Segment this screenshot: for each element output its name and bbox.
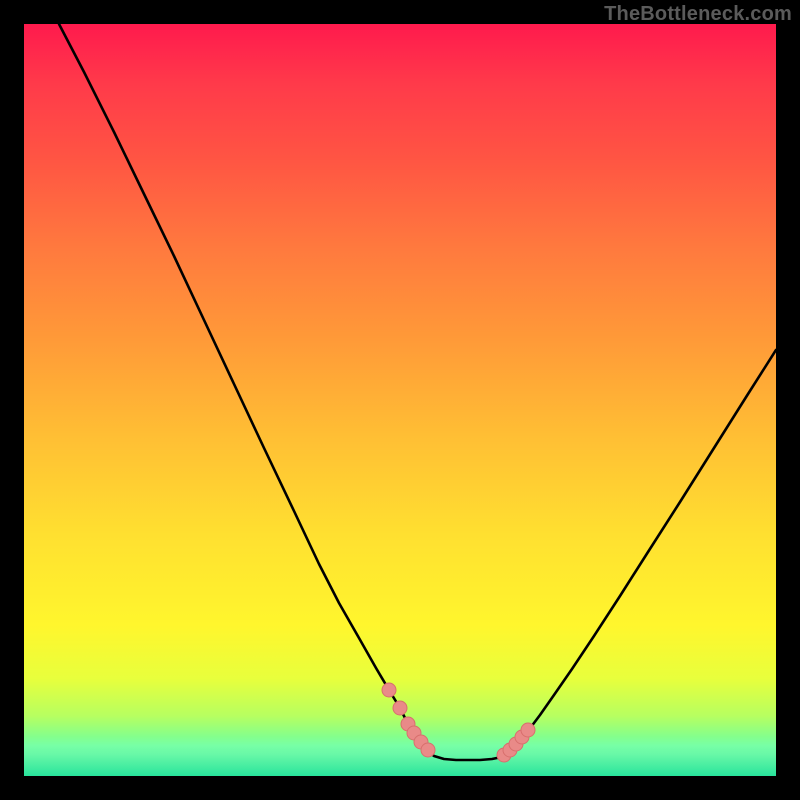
- curve-marker: [414, 735, 428, 749]
- optimal-band-highlight: [24, 736, 776, 776]
- curve-marker: [401, 717, 415, 731]
- chart-frame: TheBottleneck.com: [0, 0, 800, 800]
- chart-plot-area: [24, 24, 776, 776]
- curve-marker: [421, 743, 435, 757]
- curve-marker: [382, 683, 396, 697]
- curve-marker: [503, 743, 517, 757]
- curve-marker: [521, 723, 535, 737]
- curve-marker: [393, 701, 407, 715]
- marker-cluster-right: [497, 723, 535, 762]
- marker-cluster-left: [382, 683, 435, 757]
- curve-marker: [497, 748, 511, 762]
- curve-marker: [407, 726, 421, 740]
- chart-svg: [24, 24, 776, 776]
- bottleneck-curve: [59, 24, 776, 760]
- watermark-text: TheBottleneck.com: [604, 3, 792, 26]
- curve-marker: [515, 730, 529, 744]
- curve-marker: [509, 737, 523, 751]
